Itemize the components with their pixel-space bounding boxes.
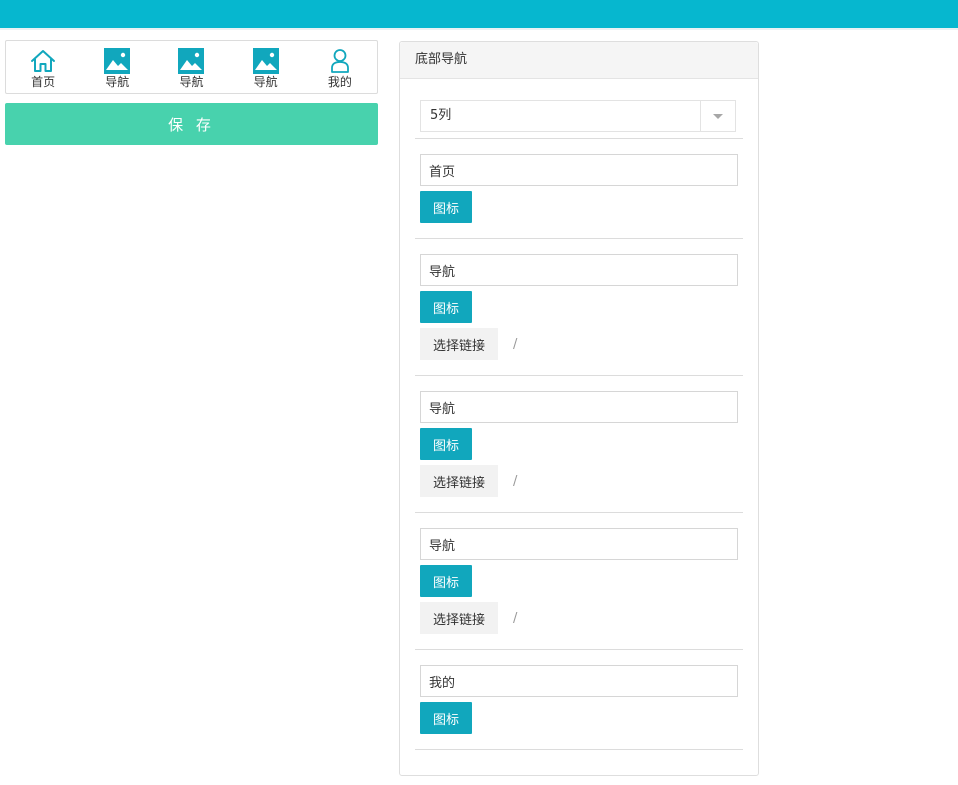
- divider: [415, 512, 743, 513]
- divider: [415, 138, 743, 139]
- link-path: /: [513, 473, 518, 489]
- select-link-button[interactable]: 选择链接: [420, 328, 498, 360]
- nav-item-name-input[interactable]: [420, 154, 738, 186]
- icon-button[interactable]: 图标: [420, 565, 472, 597]
- divider: [415, 749, 743, 750]
- home-icon: [30, 48, 56, 74]
- top-bar: [0, 0, 958, 28]
- preview-nav-item-nav-2[interactable]: 导航: [161, 46, 221, 89]
- nav-item-editor: 图标: [420, 154, 738, 223]
- icon-button[interactable]: 图标: [420, 291, 472, 323]
- preview-nav-label: 导航: [179, 74, 204, 89]
- icon-button[interactable]: 图标: [420, 702, 472, 734]
- nav-item-editor: 图标: [420, 665, 738, 734]
- preview-nav-item-mine[interactable]: 我的: [310, 46, 370, 89]
- preview-nav-item-home[interactable]: 首页: [13, 46, 73, 89]
- link-path: /: [513, 336, 518, 352]
- nav-item-editor: 图标 选择链接 /: [420, 528, 738, 634]
- divider: [415, 238, 743, 239]
- icon-button[interactable]: 图标: [420, 191, 472, 223]
- nav-item-name-input[interactable]: [420, 665, 738, 697]
- preview-nav-label: 导航: [105, 74, 130, 89]
- select-link-button[interactable]: 选择链接: [420, 602, 498, 634]
- preview-nav-label: 我的: [327, 74, 352, 89]
- save-button[interactable]: 保 存: [5, 103, 378, 145]
- link-row: 选择链接 /: [420, 328, 738, 360]
- bottom-nav-preview: 首页 导航 导航 导航 我的: [5, 40, 378, 94]
- select-link-button[interactable]: 选择链接: [420, 465, 498, 497]
- bottom-nav-settings-panel: 底部导航 5列 图标 图标 选择链接 / 图标 选择链接 / 图标: [399, 41, 759, 776]
- top-bar-underline: [0, 28, 958, 30]
- image-icon: [178, 47, 205, 74]
- divider: [415, 649, 743, 650]
- nav-item-name-input[interactable]: [420, 254, 738, 286]
- preview-nav-label: 导航: [253, 74, 278, 89]
- chevron-down-icon: [713, 113, 723, 119]
- link-path: /: [513, 610, 518, 626]
- link-row: 选择链接 /: [420, 602, 738, 634]
- nav-item-name-input[interactable]: [420, 391, 738, 423]
- image-icon: [104, 47, 131, 74]
- select-toggle[interactable]: [700, 101, 735, 131]
- nav-item-name-input[interactable]: [420, 528, 738, 560]
- preview-nav-item-nav-1[interactable]: 导航: [87, 46, 147, 89]
- panel-title: 底部导航: [400, 42, 758, 79]
- link-row: 选择链接 /: [420, 465, 738, 497]
- divider: [415, 375, 743, 376]
- icon-button[interactable]: 图标: [420, 428, 472, 460]
- user-icon: [327, 48, 353, 74]
- preview-nav-item-nav-3[interactable]: 导航: [236, 46, 296, 89]
- nav-item-editor: 图标 选择链接 /: [420, 254, 738, 360]
- columns-select[interactable]: 5列: [420, 100, 736, 132]
- columns-select-value: 5列: [430, 108, 452, 123]
- preview-nav-label: 首页: [31, 74, 56, 89]
- nav-item-editor: 图标 选择链接 /: [420, 391, 738, 497]
- image-icon: [252, 47, 279, 74]
